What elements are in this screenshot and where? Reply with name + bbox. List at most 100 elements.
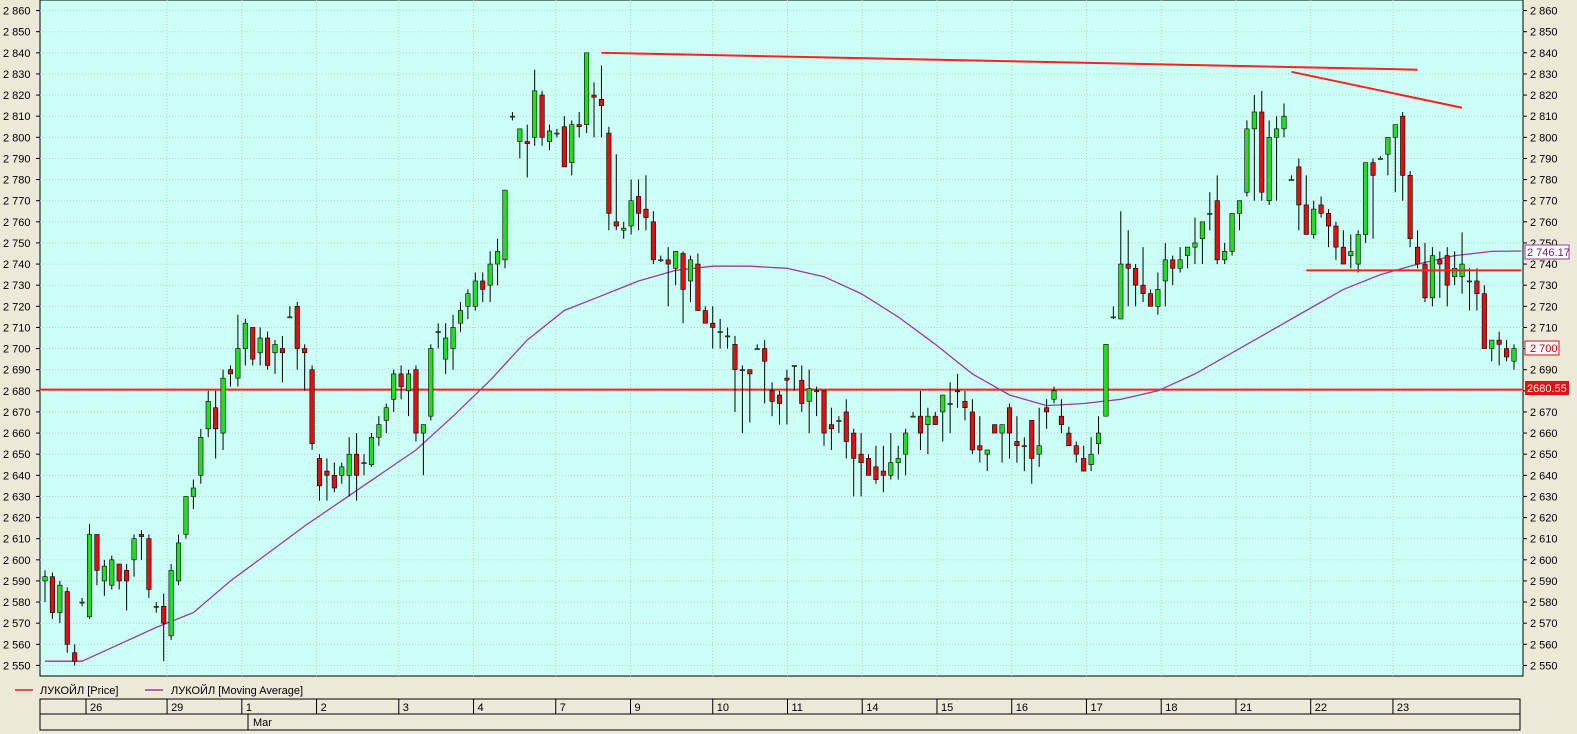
candle-body-down <box>1504 348 1510 358</box>
candle-body-up <box>717 331 723 333</box>
candle-body-up <box>546 130 553 142</box>
candle-body-down <box>880 470 886 476</box>
y-tick-right: 2 630 <box>1530 491 1558 503</box>
candle-body-down <box>650 221 656 261</box>
candle-body-up <box>86 534 93 618</box>
candle-body-up <box>79 601 85 604</box>
candle-body-up <box>739 369 745 371</box>
candle <box>198 428 204 484</box>
candle-body-down <box>279 348 285 354</box>
candle-body-up <box>509 115 515 118</box>
candle-body-down <box>776 394 783 404</box>
candle-body-down <box>1422 263 1428 299</box>
candle-body-up <box>532 90 538 138</box>
date-day-label: 15 <box>941 702 953 714</box>
candle <box>1244 120 1250 197</box>
y-tick-right: 2 580 <box>1530 597 1558 609</box>
candle-body-down <box>851 432 857 459</box>
y-tick-right: 2 670 <box>1530 407 1558 419</box>
candle-body-up <box>903 432 909 455</box>
candle <box>168 564 174 641</box>
y-tick-left: 2 590 <box>3 576 31 588</box>
candle-body-down <box>1415 246 1421 265</box>
candle-body-down <box>606 132 612 214</box>
candle-body-down <box>917 415 923 434</box>
candle-body-up <box>391 373 397 400</box>
y-tick-left: 2 810 <box>3 111 31 123</box>
candle-body-up <box>1363 162 1369 235</box>
candle-body-down <box>1073 445 1079 455</box>
y-tick-right: 2 710 <box>1530 322 1558 334</box>
candle-body-up <box>925 415 931 425</box>
candle-body-down <box>1044 407 1050 413</box>
candle-body-up <box>806 388 812 402</box>
y-tick-left: 2 710 <box>3 322 31 334</box>
candle-body-up <box>984 449 990 455</box>
y-tick-right: 2 820 <box>1530 90 1558 102</box>
date-day-label: 26 <box>90 702 102 714</box>
candle-body-up <box>235 348 241 379</box>
candle-body-up <box>1355 234 1361 265</box>
candle-body-up <box>569 124 575 163</box>
candle-body-up <box>947 403 953 405</box>
candle <box>1407 171 1413 248</box>
candle-body-up <box>895 458 901 463</box>
candle-body-down <box>331 475 337 489</box>
date-day-label: 11 <box>791 702 802 714</box>
candle-body-up <box>1466 280 1473 283</box>
candle-body-up <box>554 132 560 135</box>
candle-body-up <box>1489 339 1495 349</box>
y-tick-right: 2 550 <box>1530 660 1558 672</box>
y-tick-right: 2 740 <box>1530 259 1558 271</box>
last-price-label: 2 700 <box>1530 343 1558 355</box>
candle-body-down <box>992 424 998 434</box>
candle-body-down <box>843 411 849 442</box>
y-tick-right: 2 800 <box>1530 132 1558 144</box>
candle-body-down <box>591 94 597 98</box>
candle-body-down <box>227 369 234 375</box>
candle-body-up <box>457 310 464 324</box>
candlestick-chart: 2 550 2 560 2 570 2 580 2 590 2 600 2 610 2 620… <box>0 0 1577 734</box>
candle <box>539 90 545 146</box>
candle-body-up <box>361 462 367 464</box>
candle-body-down <box>1325 213 1332 227</box>
candle <box>368 433 374 467</box>
y-tick-left: 2 640 <box>3 470 31 482</box>
y-tick-left: 2 560 <box>3 639 31 651</box>
y-tick-left: 2 860 <box>3 6 31 18</box>
candle <box>1363 162 1369 243</box>
y-tick-left: 2 820 <box>3 90 31 102</box>
candle-body-up <box>176 542 182 582</box>
candle-body-up <box>198 436 204 476</box>
candle-body-up <box>1103 344 1109 417</box>
candle-body-up <box>1110 316 1116 319</box>
y-tick-left: 2 780 <box>3 175 31 187</box>
candle-body-up <box>205 401 211 430</box>
candle-body-up <box>406 373 412 392</box>
candle-body-down <box>932 415 938 425</box>
candle-body-down <box>1407 175 1413 240</box>
candle-body-down <box>116 563 122 582</box>
candle-body-up <box>1266 137 1272 201</box>
date-day-label: 18 <box>1165 702 1177 714</box>
candle-body-down <box>821 390 827 434</box>
candle-body-up <box>1229 213 1235 252</box>
candle-body-up <box>272 344 278 354</box>
candle-body-down <box>561 126 567 168</box>
candle-body-down <box>576 124 582 128</box>
candle-body-up <box>1236 200 1243 214</box>
candle-body-down <box>1474 280 1480 294</box>
candle-body-up <box>1288 179 1294 181</box>
y-tick-right: 2 860 <box>1530 6 1558 18</box>
candle-body-up <box>1192 242 1198 248</box>
candle-body-up <box>836 420 842 422</box>
legend-price-label: ЛУКОЙЛ [Price] <box>40 684 118 697</box>
candle-body-down <box>636 196 642 214</box>
candle-body-down <box>539 94 545 138</box>
candle <box>1481 285 1487 349</box>
y-tick-left: 2 610 <box>3 534 31 546</box>
candle-body-up <box>1511 348 1517 362</box>
candle-body-up <box>910 415 916 418</box>
hline-value-label: 2680.55 <box>1527 383 1567 395</box>
y-tick-left: 2 550 <box>3 660 31 672</box>
